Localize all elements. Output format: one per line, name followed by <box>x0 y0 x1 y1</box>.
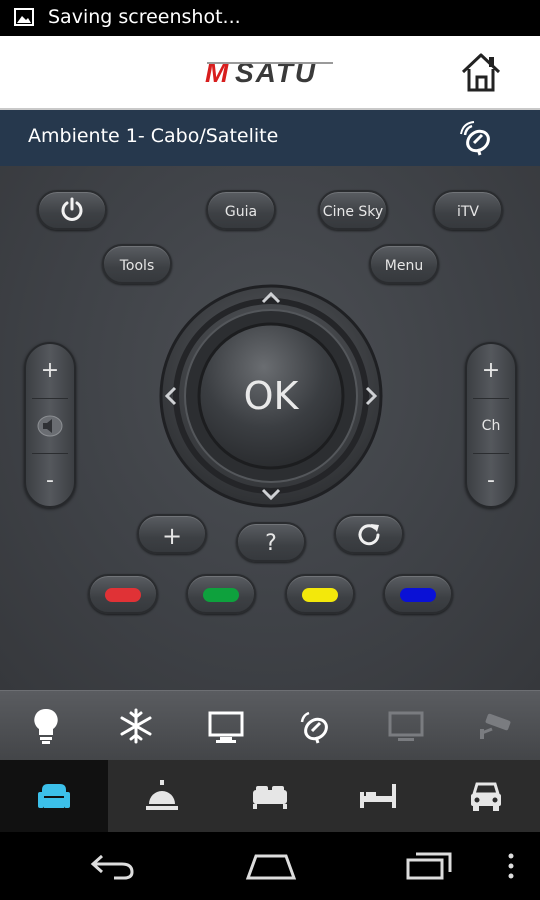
svg-text:SATU: SATU <box>235 57 317 88</box>
channel-label: Ch <box>481 418 501 434</box>
yellow-indicator <box>302 588 338 602</box>
power-icon <box>61 197 83 221</box>
chevron-down-icon <box>261 488 281 501</box>
guia-button[interactable]: Guia <box>206 190 276 230</box>
menu-button[interactable]: Menu <box>369 244 439 284</box>
chevron-up-icon <box>261 291 281 304</box>
camera-icon[interactable] <box>474 705 518 747</box>
home-icon[interactable] <box>458 50 504 94</box>
satellite-dish-icon[interactable] <box>294 705 338 747</box>
dpad-left-button[interactable] <box>159 376 181 416</box>
status-text: Saving screenshot... <box>48 6 241 28</box>
lightbulb-icon[interactable] <box>24 705 68 747</box>
refresh-icon <box>358 524 380 546</box>
chevron-right-icon <box>365 386 378 406</box>
status-bar: Saving screenshot... <box>0 0 540 36</box>
room-tab-living[interactable] <box>0 760 108 832</box>
satellite-dish-icon[interactable] <box>458 118 498 158</box>
environment-title-bar: Ambiente 1- Cabo/Satelite <box>0 110 540 166</box>
ok-button[interactable]: OK <box>199 324 343 468</box>
page-title: Ambiente 1- Cabo/Satelite <box>28 125 279 147</box>
image-icon <box>14 8 34 26</box>
channel-down-button[interactable]: - <box>467 454 515 508</box>
channel-control: + Ch - <box>465 342 517 508</box>
refresh-button[interactable] <box>334 514 404 554</box>
bed-icon <box>253 786 287 809</box>
green-button[interactable] <box>186 574 256 614</box>
device-dock <box>0 690 540 761</box>
svg-text:M: M <box>205 57 229 88</box>
yellow-button[interactable] <box>285 574 355 614</box>
service-bell-icon <box>146 780 178 810</box>
snowflake-icon[interactable] <box>114 705 158 747</box>
tv-icon[interactable] <box>384 705 428 747</box>
armchair-icon <box>38 784 70 808</box>
itv-button[interactable]: iTV <box>433 190 503 230</box>
room-tabs <box>0 760 540 832</box>
dpad-right-button[interactable] <box>361 376 383 416</box>
volume-up-button[interactable]: + <box>26 344 74 398</box>
remote-control-panel: Guia Cine Sky iTV Tools Menu + - + Ch - <box>0 166 540 690</box>
room-tab-bedroom[interactable] <box>216 760 324 832</box>
back-icon[interactable] <box>88 850 138 882</box>
home-icon[interactable] <box>244 850 298 882</box>
single-bed-icon <box>360 784 396 808</box>
monitor-icon[interactable] <box>204 705 248 747</box>
cine-sky-button[interactable]: Cine Sky <box>318 190 388 230</box>
chevron-left-icon <box>164 386 177 406</box>
msatu-logo: M SATU <box>205 57 333 88</box>
mute-button[interactable] <box>26 399 74 453</box>
volume-control: + - <box>24 342 76 508</box>
navigation-bar <box>0 832 540 900</box>
dpad: OK <box>157 284 385 508</box>
red-indicator <box>105 588 141 602</box>
power-button[interactable] <box>37 190 107 230</box>
green-indicator <box>203 588 239 602</box>
blue-indicator <box>400 588 436 602</box>
room-tab-guest[interactable] <box>324 760 432 832</box>
red-button[interactable] <box>88 574 158 614</box>
room-tab-garage[interactable] <box>432 760 540 832</box>
recent-apps-icon[interactable] <box>404 850 456 882</box>
overflow-menu-icon[interactable] <box>504 850 518 882</box>
volume-down-button[interactable]: - <box>26 454 74 508</box>
plus-button[interactable]: + <box>137 514 207 554</box>
dpad-down-button[interactable] <box>251 484 291 506</box>
help-button[interactable]: ? <box>236 522 306 562</box>
dpad-up-button[interactable] <box>251 286 291 308</box>
mute-icon <box>37 415 63 437</box>
car-icon <box>471 782 501 811</box>
app-bar: M SATU <box>0 36 540 110</box>
room-tab-kitchen[interactable] <box>108 760 216 832</box>
tools-button[interactable]: Tools <box>102 244 172 284</box>
channel-up-button[interactable]: + <box>467 344 515 398</box>
blue-button[interactable] <box>383 574 453 614</box>
